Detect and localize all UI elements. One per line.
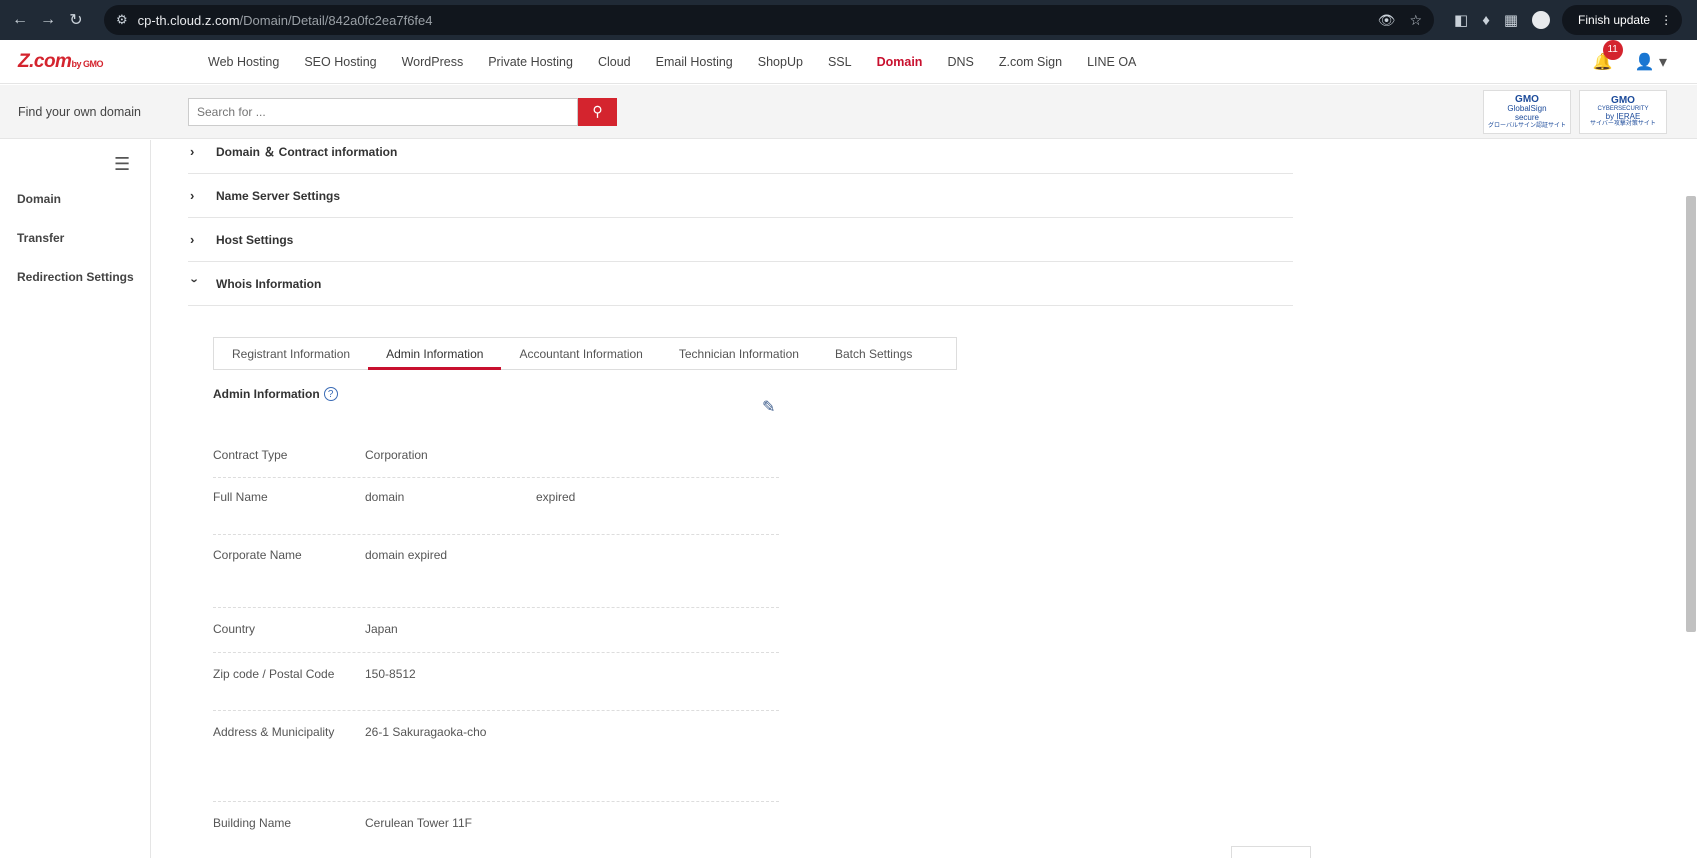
logo-text: Z.com: [18, 50, 72, 72]
globalsign-badge[interactable]: GMO GlobalSign secure グローバルサイン認証サイト: [1483, 89, 1571, 134]
chevron-down-icon: ›: [187, 278, 203, 283]
row-value: expired: [536, 490, 576, 504]
bell-icon[interactable]: 🔔 11: [1593, 39, 1623, 72]
logo-sub: by GMO: [71, 58, 103, 69]
section-title-text: Admin Information: [213, 387, 320, 401]
nav-private-hosting[interactable]: Private Hosting: [488, 55, 573, 69]
accordion-title: Host Settings: [216, 232, 294, 247]
badge-text: サイバー攻撃対策サイト: [1590, 121, 1656, 128]
badge-text: GMO: [1611, 95, 1635, 106]
row-value: Japan: [365, 622, 398, 636]
help-icon[interactable]: ?: [323, 387, 338, 401]
nav-zcom-sign[interactable]: Z.com Sign: [999, 55, 1062, 69]
info-row-corporate-name: Corporate Name domain expired: [213, 548, 779, 608]
info-row-contract-type: Contract Type Corporation: [213, 448, 779, 478]
row-label: Contract Type: [213, 448, 288, 462]
search-icon: ⚲: [592, 103, 603, 119]
nav-dns[interactable]: DNS: [947, 55, 973, 69]
info-row-full-name: Full Name domain expired: [213, 490, 779, 535]
nav-cloud[interactable]: Cloud: [598, 55, 631, 69]
accordion-domain-contract[interactable]: › Domain ＆ Contract information: [188, 130, 1293, 174]
reload-icon[interactable]: ↻: [62, 6, 90, 34]
whois-tabs: Registrant Information Admin Information…: [213, 337, 957, 370]
domain-search-input[interactable]: [188, 97, 578, 126]
url-host: cp-th.cloud.z.com: [137, 12, 240, 28]
translate-icon[interactable]: ◧: [1454, 11, 1468, 29]
site-info-icon[interactable]: ⚙: [116, 12, 128, 28]
row-label: Zip code / Postal Code: [213, 667, 335, 681]
browser-toolbar: ← → ↻ ⚙ cp-th.cloud.z.com/Domain/Detail/…: [0, 0, 1697, 40]
badge-text: secure: [1514, 112, 1539, 122]
section-title: Admin Information ?: [213, 387, 338, 401]
tab-accountant[interactable]: Accountant Information: [501, 338, 660, 369]
nav-wordpress[interactable]: WordPress: [402, 55, 464, 69]
floating-box[interactable]: [1231, 846, 1311, 858]
accordion-title: Domain ＆ Contract information: [216, 145, 398, 159]
finish-update-button[interactable]: Finish update ⋮: [1562, 5, 1683, 35]
accordion-title: Whois Information: [216, 276, 322, 291]
nav-domain[interactable]: Domain: [877, 55, 923, 69]
chevron-right-icon: ›: [190, 188, 195, 203]
row-value: 26-1 Sakuragaoka-cho: [365, 725, 487, 739]
accordion-whois[interactable]: › Whois Information: [188, 262, 1293, 306]
sidebar-item-redirection[interactable]: Redirection Settings: [17, 270, 134, 284]
ierae-badge[interactable]: GMO CYBERSECURITY by IERAE サイバー攻撃対策サイト: [1579, 89, 1667, 134]
row-value: Cerulean Tower 11F: [365, 816, 472, 830]
zcom-logo[interactable]: Z.comby GMO: [18, 51, 208, 73]
nav-shopup[interactable]: ShopUp: [758, 55, 803, 69]
sidebar-item-domain[interactable]: Domain: [17, 192, 61, 206]
star-icon[interactable]: ☆: [1409, 12, 1422, 29]
top-nav: Web Hosting SEO Hosting WordPress Privat…: [208, 55, 1161, 69]
info-row-zip: Zip code / Postal Code 150-8512: [213, 667, 779, 711]
site-header: Z.comby GMO Web Hosting SEO Hosting Word…: [0, 39, 1697, 84]
tab-admin[interactable]: Admin Information: [368, 338, 502, 370]
tab-batch-settings[interactable]: Batch Settings: [817, 338, 930, 369]
accordion-host-settings[interactable]: › Host Settings: [188, 218, 1293, 262]
search-button[interactable]: ⚲: [578, 97, 617, 126]
row-value: domain expired: [365, 548, 448, 562]
chevron-right-icon: ›: [190, 232, 195, 247]
accordion-title: Name Server Settings: [216, 188, 341, 203]
extension-badge-icon[interactable]: ♦: [1482, 12, 1490, 29]
row-label: Country: [213, 622, 256, 636]
nav-line-oa[interactable]: LINE OA: [1087, 55, 1136, 69]
eye-off-icon[interactable]: 👁: [1378, 12, 1396, 29]
info-row-address: Address & Municipality 26-1 Sakuragaoka-…: [213, 725, 779, 802]
chevron-right-icon: ›: [190, 144, 195, 159]
puzzle-icon[interactable]: ▦: [1504, 11, 1518, 29]
profile-avatar[interactable]: [1532, 11, 1551, 29]
row-label: Building Name: [213, 816, 292, 830]
notification-badge: 11: [1602, 39, 1623, 60]
accordion-name-server[interactable]: › Name Server Settings: [188, 174, 1293, 218]
row-value: Corporation: [365, 448, 428, 462]
sidebar-item-transfer[interactable]: Transfer: [17, 231, 64, 245]
pencil-icon[interactable]: ✎: [762, 397, 775, 417]
back-icon[interactable]: ←: [6, 6, 34, 34]
nav-ssl[interactable]: SSL: [828, 55, 852, 69]
nav-seo-hosting[interactable]: SEO Hosting: [304, 55, 376, 69]
find-domain-label: Find your own domain: [18, 104, 141, 119]
page-scrollbar[interactable]: [1686, 196, 1696, 632]
tab-registrant[interactable]: Registrant Information: [214, 338, 368, 369]
forward-icon[interactable]: →: [34, 6, 62, 34]
row-label: Corporate Name: [213, 548, 302, 562]
url-path: /Domain/Detail/842a0fc2ea7f6fe4: [239, 12, 433, 28]
nav-email-hosting[interactable]: Email Hosting: [656, 55, 733, 69]
info-row-country: Country Japan: [213, 622, 779, 653]
row-label: Full Name: [213, 490, 268, 504]
row-value: 150-8512: [365, 667, 416, 681]
more-vert-icon[interactable]: ⋮: [1660, 13, 1672, 27]
row-value: domain: [365, 490, 405, 504]
badge-text: グローバルサイン認証サイト: [1488, 122, 1566, 129]
address-bar[interactable]: ⚙ cp-th.cloud.z.com/Domain/Detail/842a0f…: [104, 5, 1434, 35]
tab-technician[interactable]: Technician Information: [661, 338, 817, 369]
info-row-building: Building Name Cerulean Tower 11F: [213, 816, 779, 846]
menu-icon[interactable]: ☰: [114, 154, 130, 175]
finish-update-label: Finish update: [1578, 13, 1651, 27]
user-icon[interactable]: 👤 ▾: [1635, 52, 1667, 72]
nav-web-hosting[interactable]: Web Hosting: [208, 55, 279, 69]
sidebar: ☰ Domain Transfer Redirection Settings: [0, 140, 151, 858]
row-label: Address & Municipality: [213, 725, 335, 739]
